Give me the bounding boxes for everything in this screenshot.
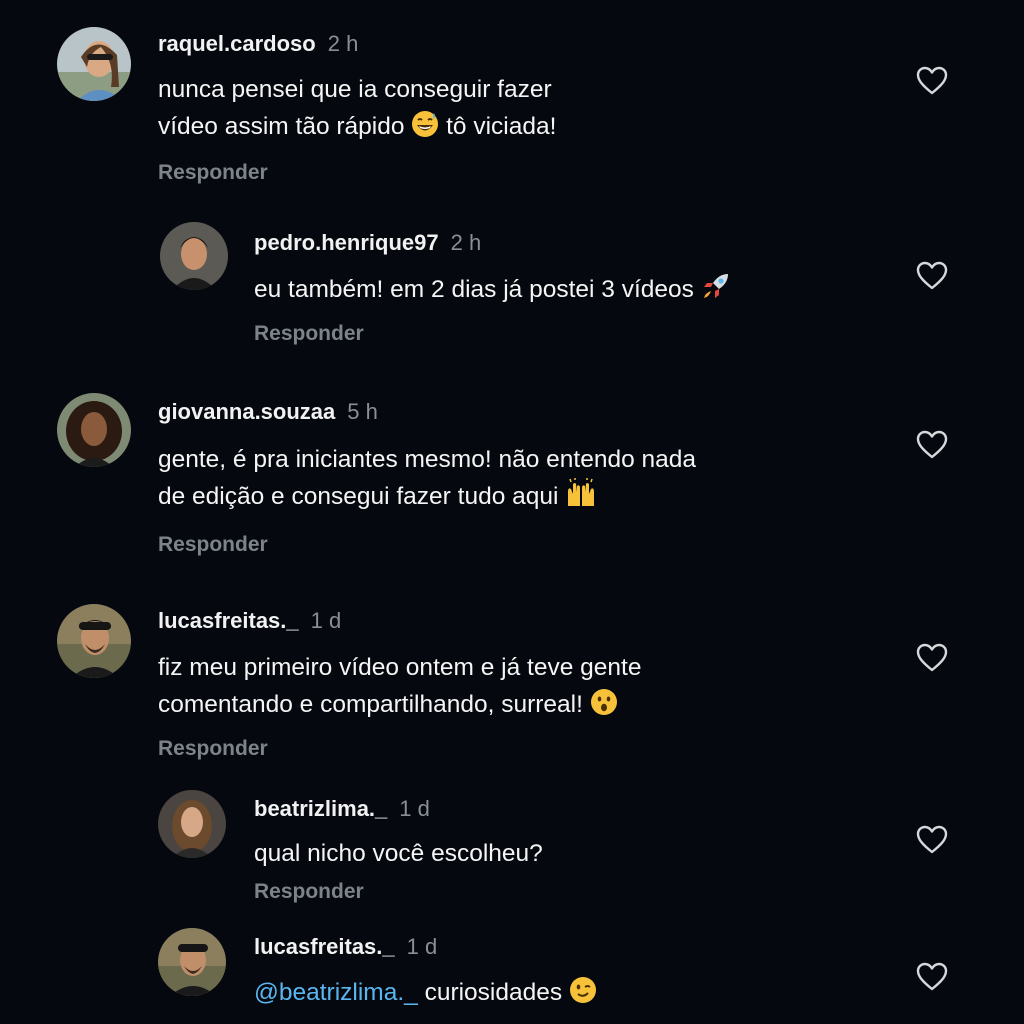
timestamp: 2 h [450,230,482,255]
raising-hands-emoji [565,478,597,519]
astonished-face-emoji [590,688,618,727]
avatar[interactable] [57,604,131,678]
heart-icon[interactable] [916,66,948,96]
username[interactable]: giovanna.souzaa [158,399,335,424]
timestamp: 1 d [406,934,438,959]
timestamp: 2 h [327,31,359,56]
username[interactable]: raquel.cardoso [158,31,316,56]
rocket-emoji [701,271,731,312]
comment-text: fiz meu primeiro vídeo ontem e já teve g… [158,649,641,727]
winking-face-emoji [569,976,597,1015]
avatar[interactable] [160,222,228,290]
reply-button[interactable]: Responder [254,880,364,904]
heart-icon[interactable] [916,643,948,673]
username[interactable]: pedro.henrique97 [254,230,439,255]
heart-icon[interactable] [916,261,948,291]
mention-link[interactable]: @beatrizlima._ [254,979,418,1006]
avatar[interactable] [57,393,131,467]
comment-text: qual nicho você escolheu? [254,840,543,867]
username[interactable]: lucasfreitas._ [158,608,299,633]
timestamp: 1 d [310,608,342,633]
avatar[interactable] [57,27,131,101]
comment-text: nunca pensei que ia conseguir fazer víde… [158,71,556,149]
heart-icon[interactable] [916,962,948,992]
username[interactable]: lucasfreitas._ [254,934,395,959]
timestamp: 1 d [399,796,430,821]
comment-text: eu também! em 2 dias já postei 3 vídeos [254,271,731,312]
reply-button[interactable]: Responder [158,737,268,761]
reply-button[interactable]: Responder [254,322,364,346]
reply-button[interactable]: Responder [158,161,268,185]
heart-icon[interactable] [916,430,948,460]
heart-icon[interactable] [916,825,948,855]
avatar[interactable] [158,790,226,858]
comment-text: @beatrizlima._ curiosidades [254,974,597,1015]
comments-list: raquel.cardoso 2 h nunca pensei que ia co… [0,0,1024,1024]
avatar[interactable] [158,928,226,996]
grinning-sweat-emoji [411,110,439,149]
username[interactable]: beatrizlima._ [254,796,387,821]
reply-button[interactable]: Responder [158,533,268,557]
timestamp: 5 h [347,399,378,424]
comment-text: gente, é pra iniciantes mesmo! não enten… [158,441,696,519]
